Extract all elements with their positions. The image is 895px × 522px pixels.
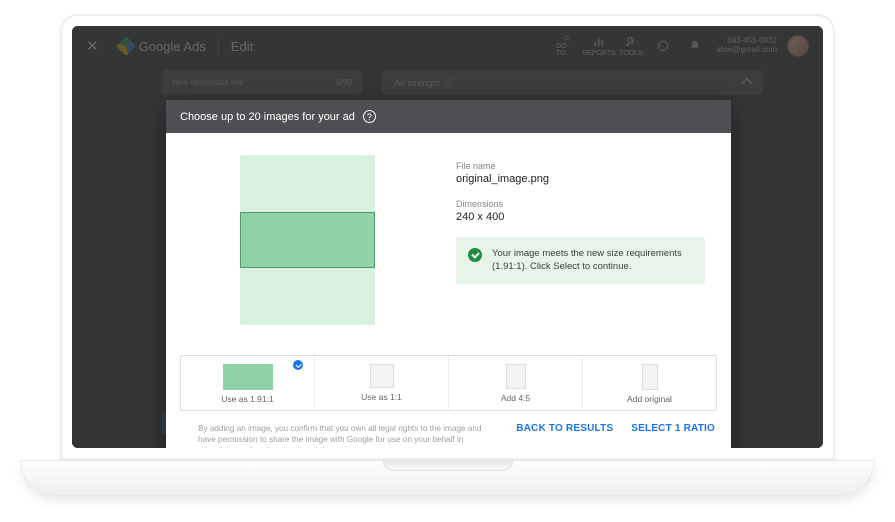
image-preview[interactable]: [240, 155, 375, 325]
ad-strength-panel[interactable]: Ad strength ⓘ: [382, 70, 763, 95]
divider: [218, 37, 219, 55]
ratio-thumb: [223, 364, 273, 390]
ratio-option-0[interactable]: Use as 1.91:1: [181, 356, 314, 410]
product-name: Google Ads: [139, 39, 206, 54]
notifications-icon[interactable]: [684, 35, 706, 57]
success-message: Your image meets the new size requiremen…: [456, 237, 705, 284]
ratio-option-1[interactable]: Use as 1:1: [314, 356, 448, 410]
ratio-label: Use as 1:1: [361, 392, 402, 402]
laptop-notch: [383, 461, 513, 471]
section-title: Edit: [231, 39, 253, 54]
logo-mark-icon: [116, 36, 136, 56]
crop-overlay[interactable]: [240, 212, 375, 268]
avatar[interactable]: [787, 35, 809, 57]
ratio-thumb: [506, 364, 526, 389]
image-picker-modal: Choose up to 20 images for your ad ? Fil…: [166, 100, 731, 448]
file-name-label: File name: [456, 161, 705, 171]
select-ratio-button[interactable]: SELECT 1 RATIO: [631, 423, 715, 434]
refresh-icon[interactable]: [652, 35, 674, 57]
ratio-options: Use as 1.91:1 Use as 1:1 Add 4:5 Add origin…: [180, 355, 717, 411]
back-to-results-button[interactable]: BACK TO RESULTS: [516, 423, 613, 434]
laptop-frame: ✕ Google Ads Edit GO TO REPORTS: [60, 14, 835, 460]
tools-icon[interactable]: TOOLS: [620, 35, 642, 57]
screen: ✕ Google Ads Edit GO TO REPORTS: [72, 26, 823, 448]
check-circle-icon: [468, 248, 482, 262]
ratio-option-2[interactable]: Add 4:5: [448, 356, 582, 410]
legal-text: By adding an image, you confirm that you…: [182, 417, 516, 448]
help-icon[interactable]: ?: [363, 110, 376, 123]
modal-header: Choose up to 20 images for your ad ?: [166, 100, 731, 133]
modal-title: Choose up to 20 images for your ad: [180, 111, 355, 123]
description-field[interactable]: New description line 0/90: [162, 70, 362, 94]
ratio-thumb: [370, 364, 394, 388]
google-ads-logo: Google Ads: [119, 39, 206, 54]
ratio-thumb: [642, 364, 658, 390]
success-text: Your image meets the new size requiremen…: [492, 247, 693, 274]
close-icon[interactable]: ✕: [86, 37, 99, 55]
ratio-label: Use as 1.91:1: [221, 394, 273, 404]
dimensions-label: Dimensions: [456, 199, 705, 209]
search-icon[interactable]: GO TO: [556, 35, 578, 57]
ratio-label: Add original: [627, 394, 672, 404]
laptop-base: [20, 460, 875, 496]
account-info: 683-455-0832 alise@gmail.com: [716, 37, 777, 55]
file-name-value: original_image.png: [456, 173, 705, 185]
app-topbar: ✕ Google Ads Edit GO TO REPORTS: [72, 26, 823, 66]
ratio-label: Add 4:5: [501, 393, 530, 403]
selected-check-icon: [292, 359, 304, 371]
dimensions-value: 240 x 400: [456, 211, 705, 223]
reports-icon[interactable]: REPORTS: [588, 35, 610, 57]
ratio-option-3[interactable]: Add original: [582, 356, 716, 410]
chevron-up-icon: [741, 77, 752, 88]
